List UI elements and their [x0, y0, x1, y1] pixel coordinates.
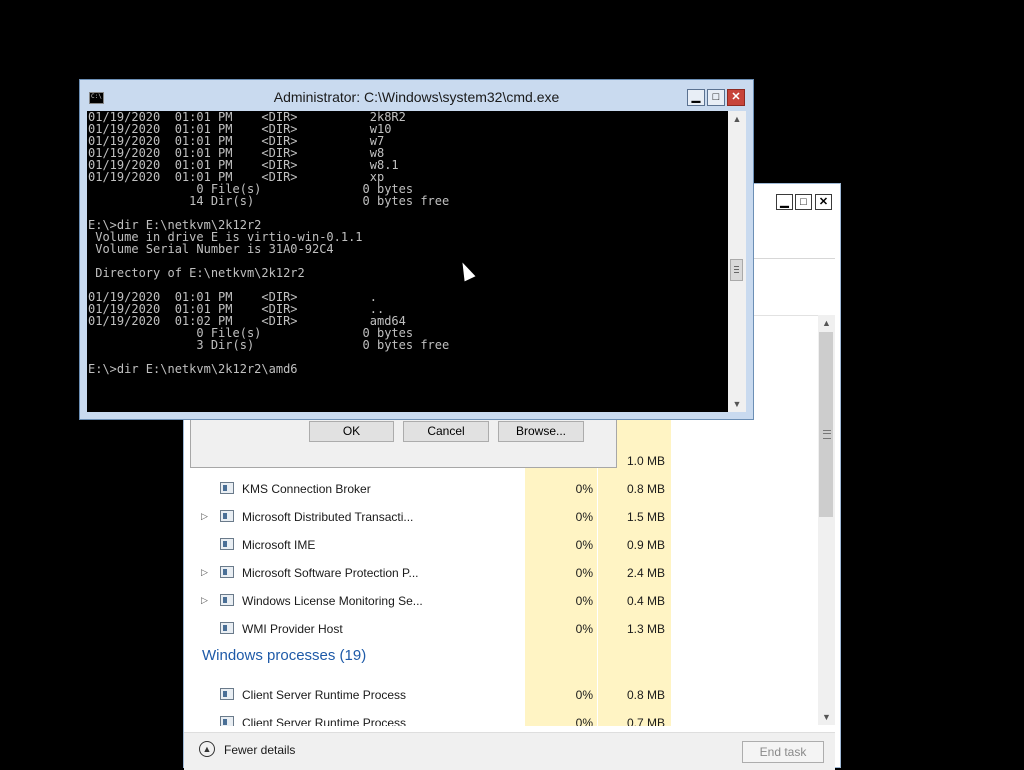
grip-icon: [734, 266, 739, 267]
service-icon: [220, 716, 234, 726]
close-button[interactable]: ✕: [815, 194, 832, 210]
scrollbar-thumb[interactable]: [730, 259, 743, 281]
console-line: 14 Dir(s) 0 bytes free: [88, 194, 450, 208]
console-line: 3 Dir(s) 0 bytes free: [88, 338, 450, 352]
group-header-windows-processes[interactable]: Windows processes (19): [202, 647, 366, 664]
minimize-button[interactable]: ▁: [687, 89, 705, 106]
console-line: Directory of E:\netkvm\2k12r2: [88, 266, 305, 280]
scrollbar-thumb[interactable]: [819, 332, 833, 517]
memory-value: 0.9 MB: [626, 538, 665, 552]
vertical-scrollbar[interactable]: ▲ ▼: [818, 315, 835, 725]
memory-value: 1.5 MB: [626, 510, 665, 524]
service-icon: [220, 688, 234, 700]
table-row[interactable]: Microsoft IME 0% 0.9 MB: [191, 531, 817, 559]
fewer-details-link[interactable]: Fewer details: [224, 743, 295, 757]
console-line: E:\>dir E:\netkvm\2k12r2\amd6: [88, 362, 298, 376]
memory-value: 0.7 MB: [626, 716, 665, 726]
process-name: WMI Provider Host: [242, 622, 343, 636]
chevron-up-icon[interactable]: ▲: [199, 741, 215, 757]
memory-value: 2.4 MB: [626, 566, 665, 580]
wmi-icon: [220, 622, 234, 634]
table-row[interactable]: KMS Connection Broker 0% 0.8 MB: [191, 475, 817, 503]
process-name: Microsoft Software Protection P...: [242, 566, 419, 580]
minimize-button[interactable]: ▁: [776, 194, 793, 210]
scroll-up-icon[interactable]: ▲: [818, 315, 835, 331]
browse-button[interactable]: Browse...: [498, 421, 584, 442]
service-icon: [220, 566, 234, 578]
cpu-value: 0%: [575, 482, 593, 496]
cpu-value: 0%: [575, 688, 593, 702]
cmd-window: C:\ Administrator: C:\Windows\system32\c…: [79, 79, 754, 420]
cpu-value: 0%: [575, 538, 593, 552]
process-name: Microsoft Distributed Transacti...: [242, 510, 414, 524]
window-title: Administrator: C:\Windows\system32\cmd.e…: [273, 89, 560, 105]
cancel-button[interactable]: Cancel: [403, 421, 489, 442]
maximize-button[interactable]: □: [795, 194, 812, 210]
console-text: 01/19/2020 01:01 PM <DIR> 2k8R2 01/19/20…: [88, 111, 449, 375]
cpu-value: 0%: [575, 566, 593, 580]
table-row[interactable]: WMI Provider Host 0% 1.3 MB: [191, 615, 817, 643]
end-task-button[interactable]: End task: [742, 741, 824, 763]
network-icon: [220, 510, 234, 522]
table-row[interactable]: Client Server Runtime Process 0% 0.7 MB: [191, 709, 817, 726]
memory-value: 0.4 MB: [626, 594, 665, 608]
expand-chevron-icon[interactable]: ▷: [201, 595, 208, 606]
scroll-up-icon[interactable]: ▲: [728, 111, 746, 127]
console-line: Volume Serial Number is 31A0-92C4: [88, 242, 334, 256]
scroll-down-icon[interactable]: ▼: [818, 709, 835, 725]
table-row[interactable]: ▷ Microsoft Distributed Transacti... 0% …: [191, 503, 817, 531]
console-output[interactable]: 01/19/2020 01:01 PM <DIR> 2k8R2 01/19/20…: [87, 111, 728, 412]
grip-icon: [823, 430, 831, 439]
process-name: Windows License Monitoring Se...: [242, 594, 423, 608]
table-row[interactable]: ▷ Windows License Monitoring Se... 0% 0.…: [191, 587, 817, 615]
memory-value: 0.8 MB: [626, 482, 665, 496]
table-row[interactable]: ▷ Microsoft Software Protection P... 0% …: [191, 559, 817, 587]
service-icon: [220, 538, 234, 550]
cpu-value: 0%: [575, 622, 593, 636]
scroll-down-icon[interactable]: ▼: [728, 396, 746, 412]
expand-chevron-icon[interactable]: ▷: [201, 511, 208, 522]
process-name: Microsoft IME: [242, 538, 316, 552]
process-name: KMS Connection Broker: [242, 482, 371, 496]
cpu-value: 0%: [575, 716, 593, 726]
memory-value: 0.8 MB: [626, 688, 665, 702]
cpu-value: 0%: [575, 510, 593, 524]
ok-button[interactable]: OK: [309, 421, 394, 442]
process-name: Client Server Runtime Process: [242, 716, 407, 726]
service-icon: [220, 594, 234, 606]
table-row[interactable]: Client Server Runtime Process 0% 0.8 MB: [191, 681, 817, 709]
service-icon: [220, 482, 234, 494]
process-name: Client Server Runtime Process: [242, 688, 407, 702]
vertical-scrollbar[interactable]: ▲ ▼: [728, 111, 746, 412]
cpu-value: 0%: [575, 594, 593, 608]
memory-value: 1.3 MB: [626, 622, 665, 636]
maximize-button[interactable]: □: [707, 89, 725, 106]
close-button[interactable]: ✕: [727, 89, 745, 106]
footer-bar: ▲ Fewer details End task: [184, 732, 835, 770]
expand-chevron-icon[interactable]: ▷: [201, 567, 208, 578]
